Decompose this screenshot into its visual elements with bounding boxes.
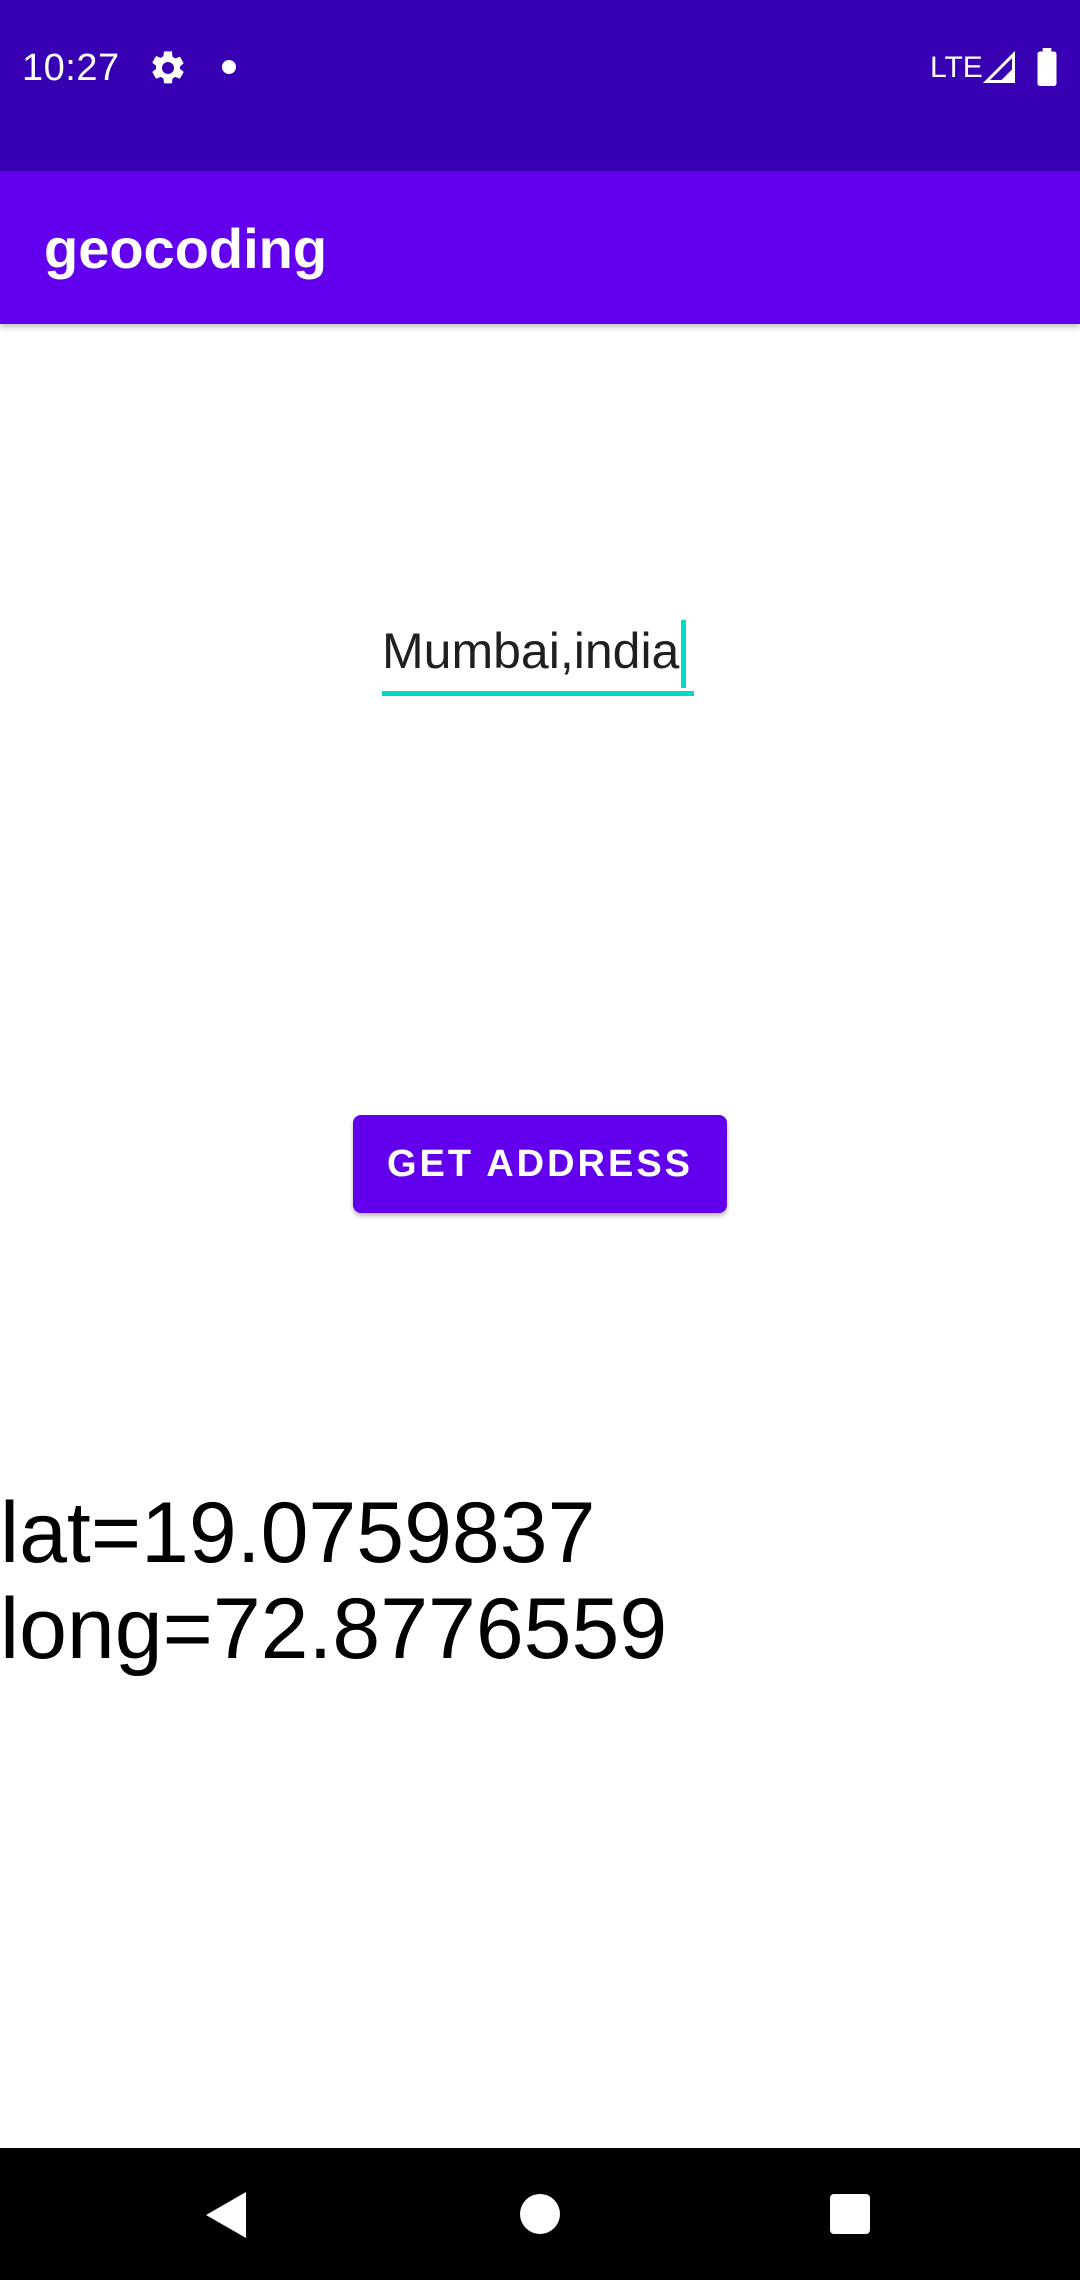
longitude-text: long=72.8776559 [0, 1581, 668, 1677]
notification-dot-icon [222, 60, 236, 74]
recents-icon[interactable] [830, 2194, 870, 2234]
network-type-label: LTE [930, 51, 983, 84]
back-icon[interactable] [206, 2192, 246, 2238]
result-text: lat=19.0759837 long=72.8776559 [0, 1485, 667, 1677]
latitude-text: lat=19.0759837 [0, 1485, 596, 1581]
home-icon[interactable] [520, 2194, 560, 2234]
address-input-value[interactable]: Mumbai,india [382, 618, 679, 684]
address-input[interactable]: Mumbai,india [382, 612, 694, 696]
signal-icon [982, 50, 1015, 83]
app-title: geocoding [44, 217, 328, 280]
app-bar: geocoding [0, 171, 1080, 324]
text-cursor [681, 620, 686, 688]
status-time: 10:27 [22, 47, 120, 89]
battery-icon [1037, 48, 1057, 86]
navigation-bar [0, 2148, 1080, 2280]
input-underline [382, 691, 694, 696]
status-bar: 10:27 LTE [0, 0, 1080, 171]
get-address-button[interactable]: GET ADDRESS [353, 1115, 727, 1213]
gear-icon [152, 51, 184, 84]
